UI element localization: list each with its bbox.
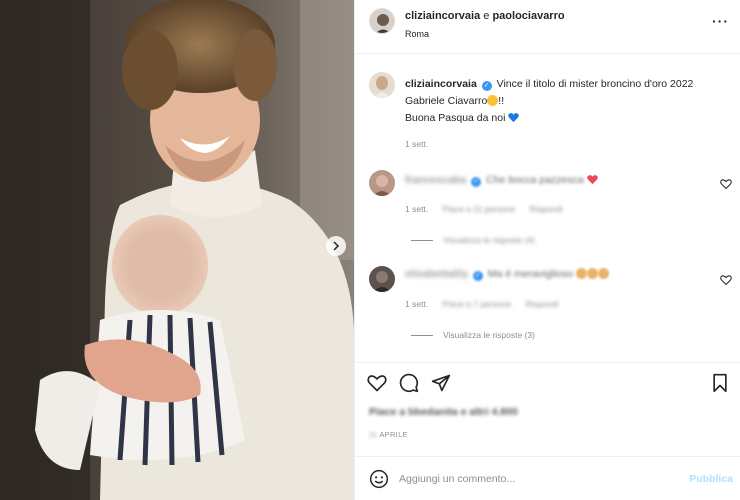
post-side-panel: cliziaincorvaia e paolociavarro Roma ···… [354, 0, 740, 500]
caption-line-2-end: !! [498, 95, 505, 107]
comment-likes[interactable]: Piace a 7 persone [443, 299, 512, 309]
caption-avatar[interactable] [369, 72, 395, 98]
comment-reply-button[interactable]: Rispondi [525, 299, 558, 309]
comment-username[interactable]: elisabettalily [405, 268, 468, 280]
emoji-icon[interactable] [369, 469, 389, 489]
verified-icon: ✓ [472, 271, 483, 281]
emoji-icon [576, 268, 587, 279]
view-replies-label: Visualizza le risposte (4) [443, 235, 535, 245]
post-caption: cliziaincorvaia ✓ Vince il titolo di mis… [405, 76, 725, 127]
comment-input[interactable] [399, 469, 679, 489]
caption-line-3: Buona Pasqua da noi [405, 112, 506, 124]
caption-line-1: Vince il titolo di mister broncino d'oro… [496, 78, 694, 90]
post-actions [355, 362, 740, 402]
blue-heart-emoji-icon [508, 113, 520, 123]
add-comment-bar: Pubblica [355, 456, 740, 500]
heart-icon[interactable] [367, 373, 387, 393]
author-username-1[interactable]: cliziaincorvaia [405, 10, 480, 22]
post-photo[interactable] [0, 0, 354, 500]
share-icon[interactable] [431, 373, 451, 393]
avatar-image [369, 266, 395, 292]
next-photo-button[interactable] [326, 236, 346, 256]
author-username-2[interactable]: paolociavarro [492, 10, 564, 22]
comment-time[interactable]: 1 sett. [405, 204, 428, 214]
comment-text: Ma è meraviglioso [487, 268, 574, 280]
post-date[interactable]: 11 APRILE [369, 430, 408, 439]
verified-icon: ✓ [471, 177, 482, 187]
comment-like-heart-icon[interactable] [720, 178, 732, 190]
post-location[interactable]: Roma [405, 29, 429, 39]
comment-reply-button[interactable]: Rispondi [530, 204, 563, 214]
comment-username[interactable]: francescaba [405, 174, 466, 186]
post-authors: cliziaincorvaia e paolociavarro [405, 10, 565, 22]
view-replies-label: Visualizza le risposte (3) [443, 330, 535, 340]
comment-time[interactable]: 1 sett. [405, 299, 428, 309]
heart-emoji-icon [586, 175, 598, 185]
comment-like-heart-icon[interactable] [720, 274, 732, 286]
save-icon[interactable] [711, 373, 729, 393]
replies-divider [411, 334, 433, 336]
chevron-right-icon [333, 241, 340, 251]
caption-time[interactable]: 1 sett. [405, 139, 428, 149]
likes-count[interactable]: Piace a bbedanita e altri 4.800 [369, 406, 518, 418]
authors-joiner: e [480, 10, 493, 22]
comment-body: francescaba ✓ Che bocca pazzesca [405, 174, 598, 187]
more-icon: ··· [712, 13, 729, 29]
comment-likes[interactable]: Piace a 11 persone [443, 204, 516, 214]
comment-body: elisabettalily ✓ Ma è meraviglioso [405, 268, 609, 281]
comment-text: Che bocca pazzesca [486, 174, 584, 186]
emoji-icon [598, 268, 609, 279]
caption-line-2: Gabriele Ciavarro [405, 95, 488, 107]
avatar-image [369, 72, 395, 98]
replies-divider [411, 239, 433, 241]
laughing-emoji-icon [487, 95, 499, 106]
comment-meta: 1 sett. Piace a 7 persone Rispondi [405, 299, 571, 309]
view-replies-button[interactable]: Visualizza le risposte (3) [411, 330, 535, 340]
caption-username[interactable]: cliziaincorvaia [405, 78, 477, 90]
comment-icon[interactable] [399, 373, 419, 393]
comment-avatar[interactable] [369, 170, 395, 196]
publish-button[interactable]: Pubblica [689, 473, 733, 485]
post-date-day: 11 [369, 430, 378, 439]
comment-meta: 1 sett. Piace a 11 persone Rispondi [405, 204, 575, 214]
avatar-image [370, 9, 394, 33]
emoji-icon [587, 268, 598, 279]
avatar-image [369, 170, 395, 196]
more-options-button[interactable]: ··· [712, 13, 729, 29]
post-image [0, 0, 354, 500]
author-avatar[interactable] [369, 8, 395, 34]
comment-avatar[interactable] [369, 266, 395, 292]
post-date-month: APRILE [377, 430, 408, 439]
post-header: cliziaincorvaia e paolociavarro Roma ··· [355, 0, 740, 54]
view-replies-button[interactable]: Visualizza le risposte (4) [411, 235, 535, 245]
verified-icon: ✓ [481, 81, 492, 91]
